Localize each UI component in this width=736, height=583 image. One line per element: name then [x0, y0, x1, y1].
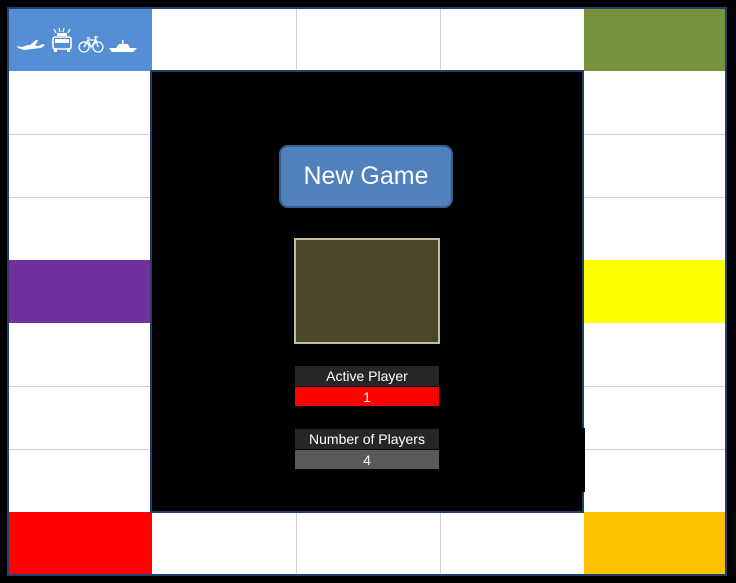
dice-display[interactable] [294, 238, 440, 344]
grid-line [584, 449, 725, 450]
boat-icon [109, 40, 137, 52]
grid-line [9, 386, 152, 387]
board-cell-orange[interactable] [584, 512, 725, 574]
grid-line [296, 9, 297, 71]
number-of-players-value[interactable]: 4 [295, 450, 439, 469]
board-cell-green[interactable] [584, 9, 725, 71]
grid-line [296, 512, 297, 574]
grid-line [440, 512, 441, 574]
grid-line [584, 197, 725, 198]
grid-line [584, 386, 725, 387]
board-cell-red[interactable] [9, 512, 152, 574]
bicycle-icon [78, 36, 104, 53]
start-cell-icons [16, 27, 138, 53]
police-car-icon [52, 27, 72, 52]
active-player-label: Active Player [295, 366, 439, 386]
board-cell-purple[interactable] [9, 260, 152, 323]
grid-line [9, 197, 152, 198]
board-cell[interactable] [152, 9, 296, 71]
new-game-button[interactable]: New Game [279, 145, 453, 208]
board-cell[interactable] [296, 9, 440, 71]
grid-line [584, 134, 725, 135]
number-of-players-label: Number of Players [295, 429, 439, 449]
control-panel-edge [582, 428, 585, 492]
active-player-value[interactable]: 1 [295, 387, 439, 406]
board-cell[interactable] [440, 9, 584, 71]
grid-line [9, 449, 152, 450]
grid-line [440, 9, 441, 71]
grid-line [9, 134, 152, 135]
board-cell-yellow[interactable] [584, 260, 725, 323]
airplane-icon [17, 40, 45, 50]
